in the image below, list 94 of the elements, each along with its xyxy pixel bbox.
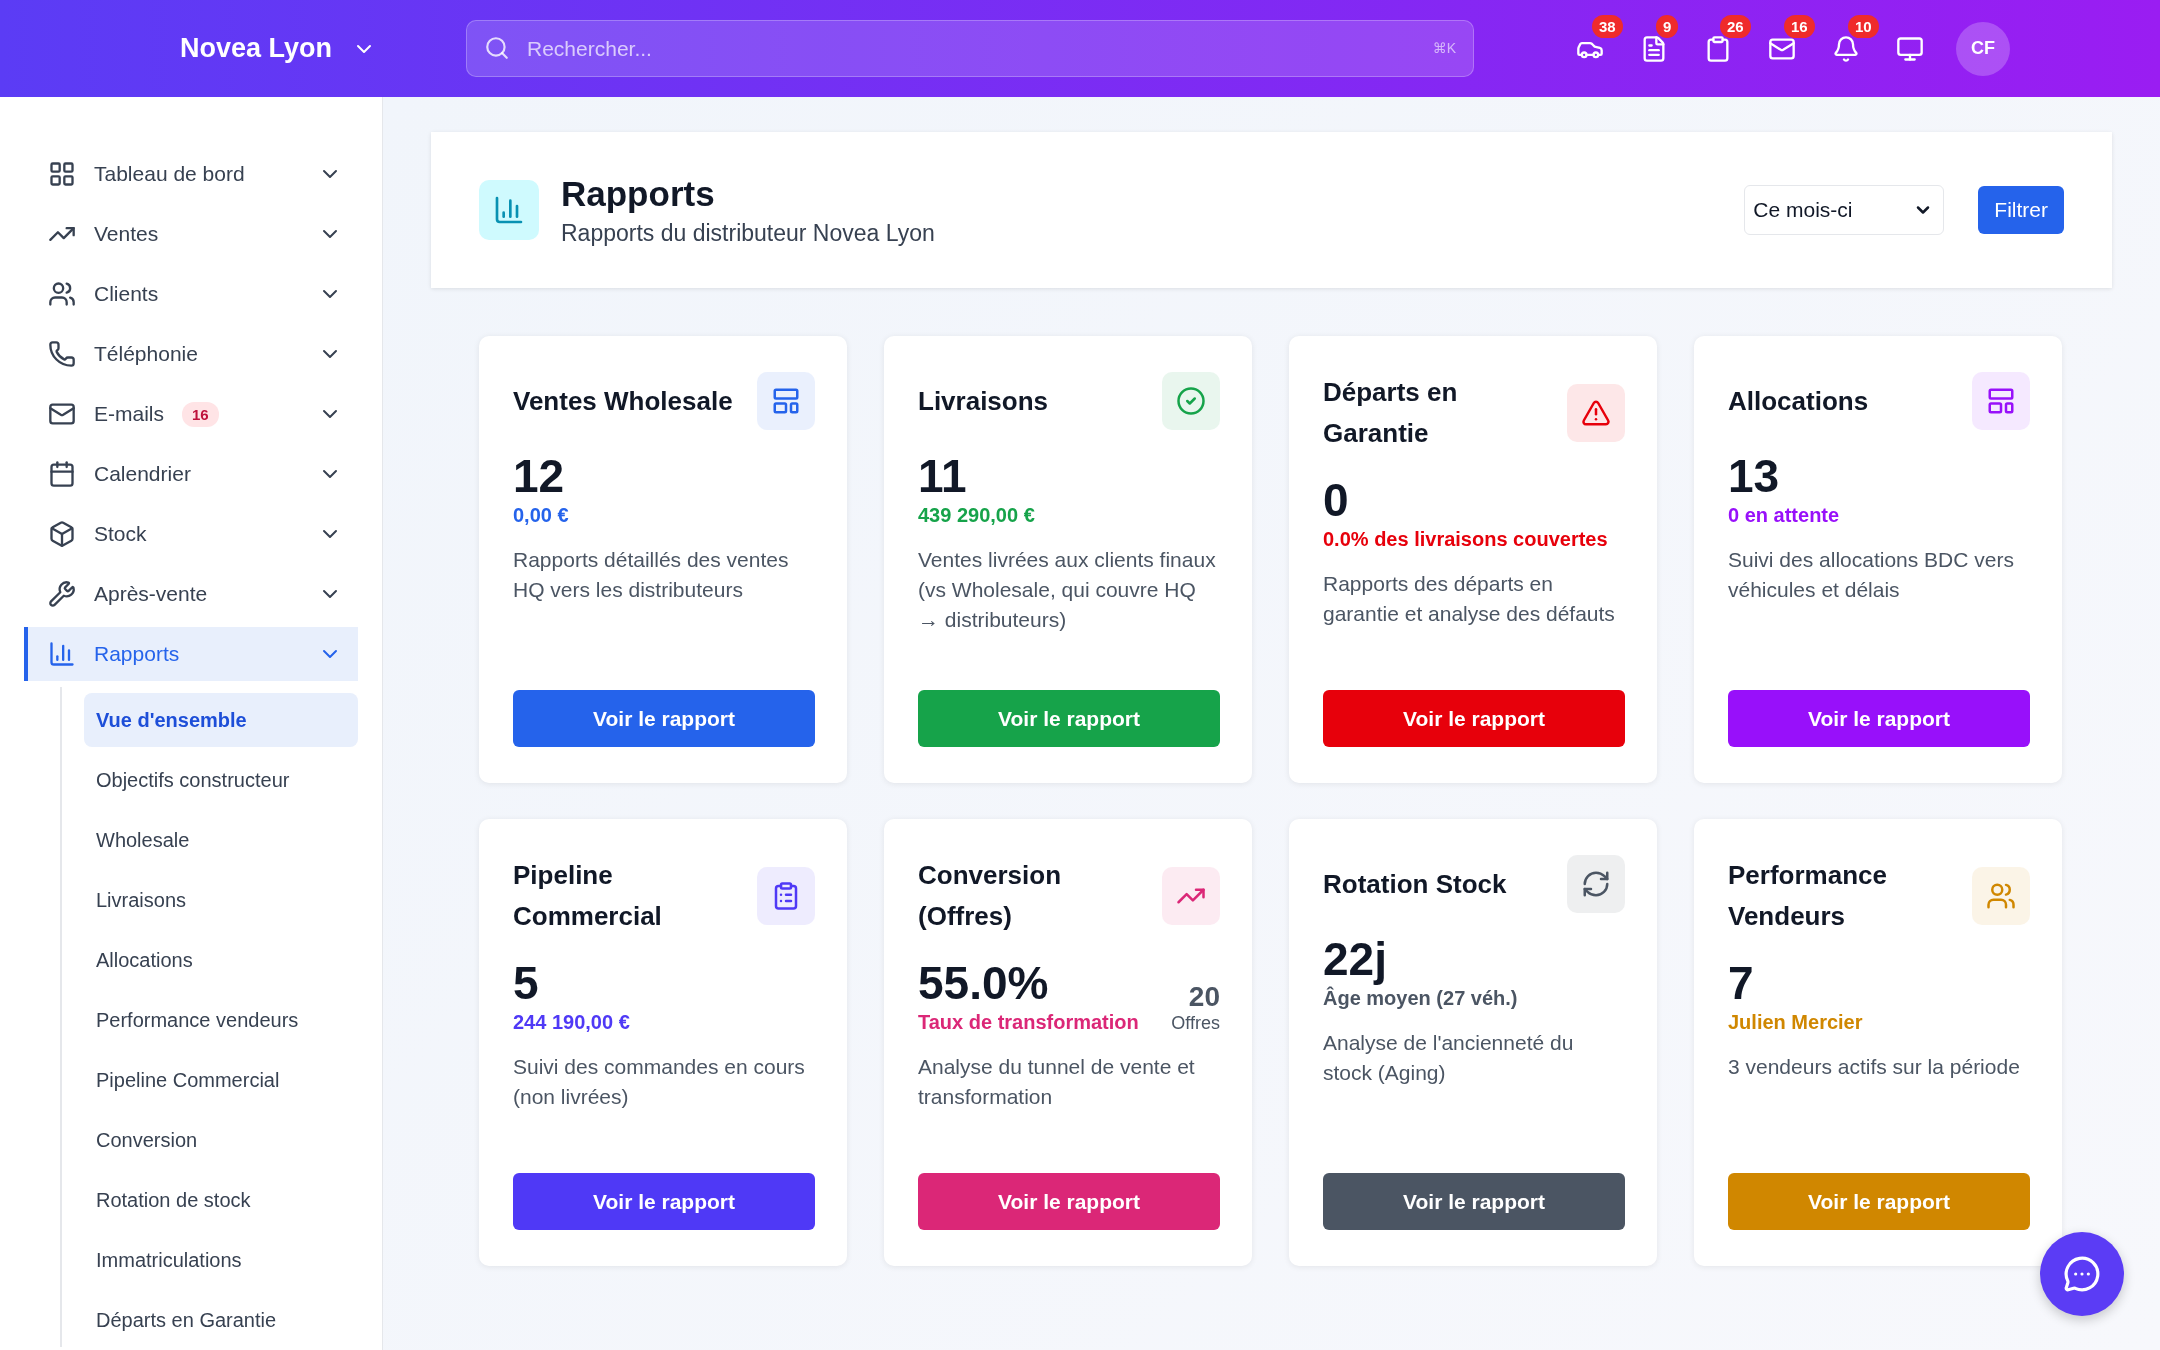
period-select[interactable]: Ce mois-ci — [1744, 185, 1945, 235]
card-title: Départs en Garantie — [1323, 376, 1459, 450]
nav-label: Ventes — [94, 222, 159, 246]
sub-nav-item[interactable]: Rotation de stock — [84, 1173, 358, 1227]
report-button[interactable]: Voir le rapport — [1323, 1173, 1625, 1230]
monitor-icon[interactable] — [1896, 34, 1924, 63]
card-title: Livraisons — [918, 384, 1049, 418]
nav-item[interactable]: Tableau de bord — [24, 147, 358, 201]
card-value: 12 — [513, 450, 566, 502]
nav-label: Stock — [94, 522, 147, 546]
card-subtitle: 0.0% des livraisons couvertes — [1323, 528, 1608, 551]
bell-icon[interactable] — [1832, 34, 1860, 63]
report-button[interactable]: Voir le rapport — [1728, 690, 2030, 747]
bar-chart-icon — [48, 640, 76, 668]
card-subtitle: Taux de transformation — [918, 1011, 1139, 1034]
card-value: 11 — [918, 450, 968, 502]
card-value: 55.0% — [918, 957, 1050, 1009]
nav-label: Tableau de bord — [94, 162, 245, 186]
nav-label: Clients — [94, 282, 159, 306]
offers-count: 20 — [1188, 981, 1220, 1013]
nav-label: Calendrier — [94, 462, 191, 486]
card-title: Allocations — [1728, 384, 1869, 418]
nav-item[interactable]: Calendrier — [24, 447, 358, 501]
card-title: Rotation Stock — [1323, 867, 1507, 901]
card-description: Rapports des départs en garantie et analyse des défauts — [1323, 571, 1616, 627]
card-title: Performance Vendeurs — [1728, 859, 1888, 933]
offers-label: Offres — [1171, 1013, 1220, 1034]
nav-item[interactable]: Clients — [24, 267, 358, 321]
card-description: 3 vendeurs actifs sur la période — [1728, 1054, 2021, 1080]
card-subtitle: 0 en attente — [1728, 504, 1840, 527]
sub-nav-item[interactable]: Pipeline Commercial — [84, 1053, 358, 1107]
nav-label: Rapports — [94, 642, 180, 666]
card-description: Rapports détaillés des ventes HQ vers les distributeurs — [513, 547, 790, 603]
card-description: Ventes livrées aux clients finaux (vs Wholesale, qui couvre HQ → distributeurs) — [918, 547, 1217, 633]
sub-nav-item[interactable]: Performance vendeurs — [84, 993, 358, 1047]
card-subtitle: Âge moyen (27 véh.) — [1323, 987, 1518, 1010]
bar-chart-icon — [479, 180, 539, 240]
sub-nav-item[interactable]: Départs en Garantie — [84, 1293, 358, 1347]
page-title: Rapports — [561, 173, 716, 214]
nav-item[interactable]: Stock — [24, 507, 358, 561]
count-badge: 10 — [1848, 14, 1879, 38]
sub-nav-item[interactable]: Wholesale — [84, 813, 358, 867]
nav-item[interactable]: Téléphonie — [24, 327, 358, 381]
count-badge: 26 — [1720, 14, 1751, 38]
sub-nav-item[interactable]: Immatriculations — [84, 1233, 358, 1287]
sub-nav-item[interactable]: Objectifs constructeur — [84, 753, 358, 807]
phone-icon — [48, 340, 76, 368]
report-button[interactable]: Voir le rapport — [513, 690, 815, 747]
nav-item[interactable]: Ventes — [24, 207, 358, 261]
count-badge: 38 — [1592, 14, 1623, 38]
card-subtitle: Julien Mercier — [1728, 1011, 1863, 1034]
card-title: Pipeline Commercial — [513, 859, 663, 933]
card-subtitle: 439 290,00 € — [918, 504, 1035, 527]
users-icon — [48, 280, 76, 308]
card-subtitle: 0,00 € — [513, 504, 569, 527]
sub-nav-item[interactable]: Conversion — [84, 1113, 358, 1167]
report-button[interactable]: Voir le rapport — [513, 1173, 815, 1230]
card-description: Suivi des commandes en cours (non livrées) — [513, 1054, 806, 1110]
count-badge: 9 — [1656, 14, 1679, 38]
tools-icon — [48, 580, 76, 608]
card-description: Analyse de l'ancienneté du stock (Aging) — [1323, 1030, 1575, 1086]
card-subtitle: 244 190,00 € — [513, 1011, 630, 1034]
nav-label: Téléphonie — [94, 342, 198, 366]
nav-item[interactable]: E-mails 16 — [24, 387, 358, 441]
nav-label: E-mails — [94, 402, 164, 426]
sub-nav-item[interactable]: Allocations — [84, 933, 358, 987]
search-icon — [484, 35, 510, 61]
nav-label: Après-vente — [94, 582, 208, 606]
card-value: 5 — [513, 957, 540, 1009]
sub-nav-item[interactable]: Livraisons — [84, 873, 358, 927]
card-description: Analyse du tunnel de vente et transformation — [918, 1054, 1196, 1110]
user-avatar[interactable]: CF — [1956, 21, 2010, 76]
card-value: 22j — [1323, 933, 1388, 985]
box-icon — [48, 520, 76, 548]
calendar-icon — [48, 460, 76, 488]
filter-button[interactable]: Filtrer — [1978, 186, 2064, 234]
card-title: Ventes Wholesale — [513, 384, 733, 418]
card-description: Suivi des allocations BDC vers véhicules et délais — [1728, 547, 2015, 603]
card-value: 0 — [1323, 474, 1350, 526]
card-value: 7 — [1728, 957, 1755, 1009]
card-value: 13 — [1728, 450, 1781, 502]
nav-item[interactable]: Après-vente — [24, 567, 358, 621]
shortcut-hint: ⌘K — [1432, 40, 1456, 56]
card-title: Conversion (Offres) — [918, 859, 1063, 933]
page-subtitle: Rapports du distributeur Novea Lyon — [561, 219, 935, 247]
count-badge: 16 — [1784, 14, 1815, 38]
grid-icon — [48, 160, 76, 188]
nav-item[interactable]: Rapports — [24, 627, 358, 681]
brand-name: Novea Lyon — [180, 33, 333, 64]
chat-icon — [2063, 1255, 2101, 1293]
sub-nav-item[interactable]: Vue d'ensemble — [84, 693, 358, 747]
report-button[interactable]: Voir le rapport — [1323, 690, 1625, 747]
count-badge: 16 — [182, 401, 219, 427]
report-button[interactable]: Voir le rapport — [918, 1173, 1220, 1230]
